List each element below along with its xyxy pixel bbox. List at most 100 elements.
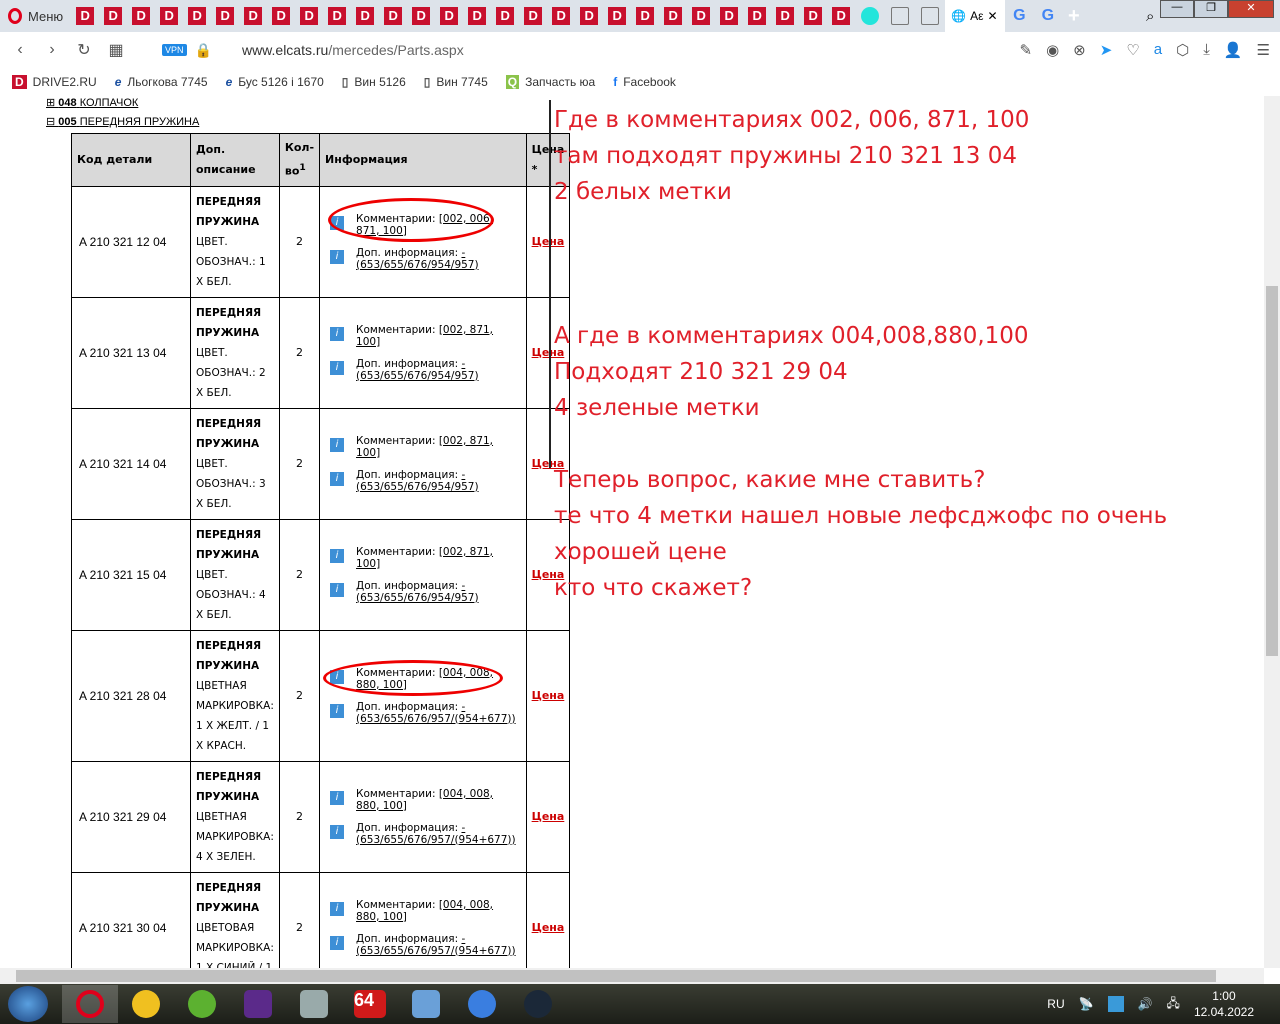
back-icon[interactable]: ‹ [4, 41, 36, 59]
drive2-tab[interactable]: D [748, 7, 767, 25]
network-icon[interactable]: 🖧 [1167, 994, 1180, 1015]
drive2-tab[interactable]: D [244, 7, 263, 25]
drive2-tab[interactable]: D [300, 7, 319, 25]
drive2-tab[interactable]: D [440, 7, 459, 25]
settings-icon[interactable]: ☰ [1257, 41, 1270, 59]
maximize-button[interactable]: ❐ [1194, 0, 1228, 18]
forward-icon[interactable]: › [36, 41, 68, 59]
taskbar-download-app[interactable] [286, 985, 342, 1023]
drive2-tab[interactable]: D [524, 7, 543, 25]
price-link[interactable]: Цена [532, 810, 565, 823]
info-icon[interactable]: i [330, 790, 345, 805]
drive2-tab[interactable]: D [160, 7, 179, 25]
info-icon[interactable]: i [330, 471, 345, 486]
translate-icon[interactable]: a [1154, 41, 1162, 59]
info-icon[interactable]: i [330, 824, 345, 839]
drive2-tab[interactable]: D [720, 7, 739, 25]
taskbar-app[interactable] [398, 985, 454, 1023]
tab[interactable] [891, 7, 910, 25]
drive2-tab[interactable]: D [608, 7, 627, 25]
search-tabs-icon[interactable]: ⌕ [1146, 8, 1154, 25]
account-icon[interactable]: 👤 [1224, 41, 1243, 59]
cube-icon[interactable]: ⬡ [1176, 41, 1189, 59]
minimize-button[interactable]: — [1160, 0, 1194, 18]
camera-icon[interactable]: ◉ [1046, 41, 1059, 59]
drive2-tab[interactable]: D [552, 7, 571, 25]
reload-icon[interactable]: ↻ [68, 40, 100, 60]
language-indicator[interactable]: RU [1047, 997, 1064, 1011]
opera-menu-button[interactable]: Меню [0, 0, 71, 32]
olx-tab[interactable] [861, 7, 880, 25]
vpn-badge[interactable]: VPN [162, 44, 187, 56]
drive2-tab[interactable]: D [496, 7, 515, 25]
tree-item-048[interactable]: ⊞ 048 КОЛПАЧОК [46, 96, 138, 109]
drive2-tab[interactable]: D [132, 7, 151, 25]
volume-icon[interactable]: 🔊 [1138, 997, 1153, 1011]
bookmark[interactable]: f Facebook [613, 75, 676, 89]
adblock-icon[interactable]: ⊗ [1073, 41, 1086, 59]
taskbar-app[interactable] [454, 985, 510, 1023]
info-icon[interactable]: i [330, 548, 345, 563]
drive2-tab[interactable]: D [76, 7, 95, 25]
drive2-tab[interactable]: D [692, 7, 711, 25]
url-input[interactable]: www.elcats.ru/mercedes/Parts.aspx [242, 42, 464, 58]
tree-item-005[interactable]: ⊟ 005 ПЕРЕДНЯЯ ПРУЖИНА [46, 115, 199, 128]
tab[interactable] [921, 7, 940, 25]
heart-icon[interactable]: ♡ [1126, 41, 1139, 59]
clock[interactable]: 1:00 12.04.2022 [1194, 988, 1254, 1020]
bookmark[interactable]: D DRIVE2.RU [12, 75, 97, 89]
bookmark[interactable]: Q Запчасть юа [505, 75, 595, 89]
tabs-grid-icon[interactable]: ▦ [100, 40, 132, 60]
drive2-tab[interactable]: D [776, 7, 795, 25]
bookmark[interactable]: ▯ Вин 5126 [342, 75, 406, 89]
active-tab[interactable]: 🌐 Aε ✕ [945, 0, 1006, 32]
edit-icon[interactable]: ✎ [1019, 41, 1032, 59]
info-icon[interactable]: i [330, 437, 345, 452]
send-icon[interactable]: ➤ [1100, 41, 1113, 59]
info-icon[interactable]: i [330, 703, 345, 718]
info-icon[interactable]: i [330, 582, 345, 597]
taskbar-utorrent[interactable] [174, 985, 230, 1023]
drive2-tab[interactable]: D [804, 7, 823, 25]
drive2-tab[interactable]: D [328, 7, 347, 25]
drive2-tab[interactable]: D [272, 7, 291, 25]
info-icon[interactable]: i [330, 215, 345, 230]
close-tab-icon[interactable]: ✕ [987, 9, 997, 23]
taskbar-cpu-app[interactable] [230, 985, 286, 1023]
horizontal-scrollbar[interactable] [0, 968, 1264, 984]
price-link[interactable]: Цена [532, 689, 565, 702]
info-icon[interactable]: i [330, 669, 345, 684]
drive2-tab[interactable]: D [832, 7, 851, 25]
taskbar-opera[interactable] [62, 985, 118, 1023]
drive2-tab[interactable]: D [356, 7, 375, 25]
drive2-tab[interactable]: D [580, 7, 599, 25]
taskbar-steam[interactable] [510, 985, 566, 1023]
info-icon[interactable]: i [330, 360, 345, 375]
close-window-button[interactable]: ✕ [1228, 0, 1274, 18]
download-icon[interactable]: ⤓ [1203, 41, 1210, 59]
new-tab-button[interactable]: + [1068, 5, 1080, 28]
taskbar-app[interactable] [118, 985, 174, 1023]
drive2-tab[interactable]: D [468, 7, 487, 25]
drive2-tab[interactable]: D [104, 7, 123, 25]
satellite-icon[interactable]: 📡 [1079, 997, 1094, 1011]
bookmark[interactable]: e Льогкова 7745 [115, 75, 208, 89]
drive2-tab[interactable]: D [384, 7, 403, 25]
taskbar-64-app[interactable]: 64 [342, 985, 398, 1023]
drive2-tab[interactable]: D [188, 7, 207, 25]
drive2-tab[interactable]: D [412, 7, 431, 25]
info-icon[interactable]: i [330, 935, 345, 950]
drive2-tab[interactable]: D [636, 7, 655, 25]
vertical-scrollbar[interactable] [1264, 96, 1280, 968]
google-tab[interactable]: G [1013, 7, 1025, 25]
info-icon[interactable]: i [330, 326, 345, 341]
drive2-tab[interactable]: D [216, 7, 235, 25]
start-button[interactable] [8, 986, 48, 1022]
info-icon[interactable]: i [330, 901, 345, 916]
bookmark[interactable]: e Бус 5126 і 1670 [226, 75, 324, 89]
app-tray-icon[interactable] [1107, 996, 1124, 1012]
drive2-tab[interactable]: D [664, 7, 683, 25]
bookmark[interactable]: ▯ Вин 7745 [424, 75, 488, 89]
price-link[interactable]: Цена [532, 921, 565, 934]
google-tab[interactable]: G [1042, 7, 1054, 25]
